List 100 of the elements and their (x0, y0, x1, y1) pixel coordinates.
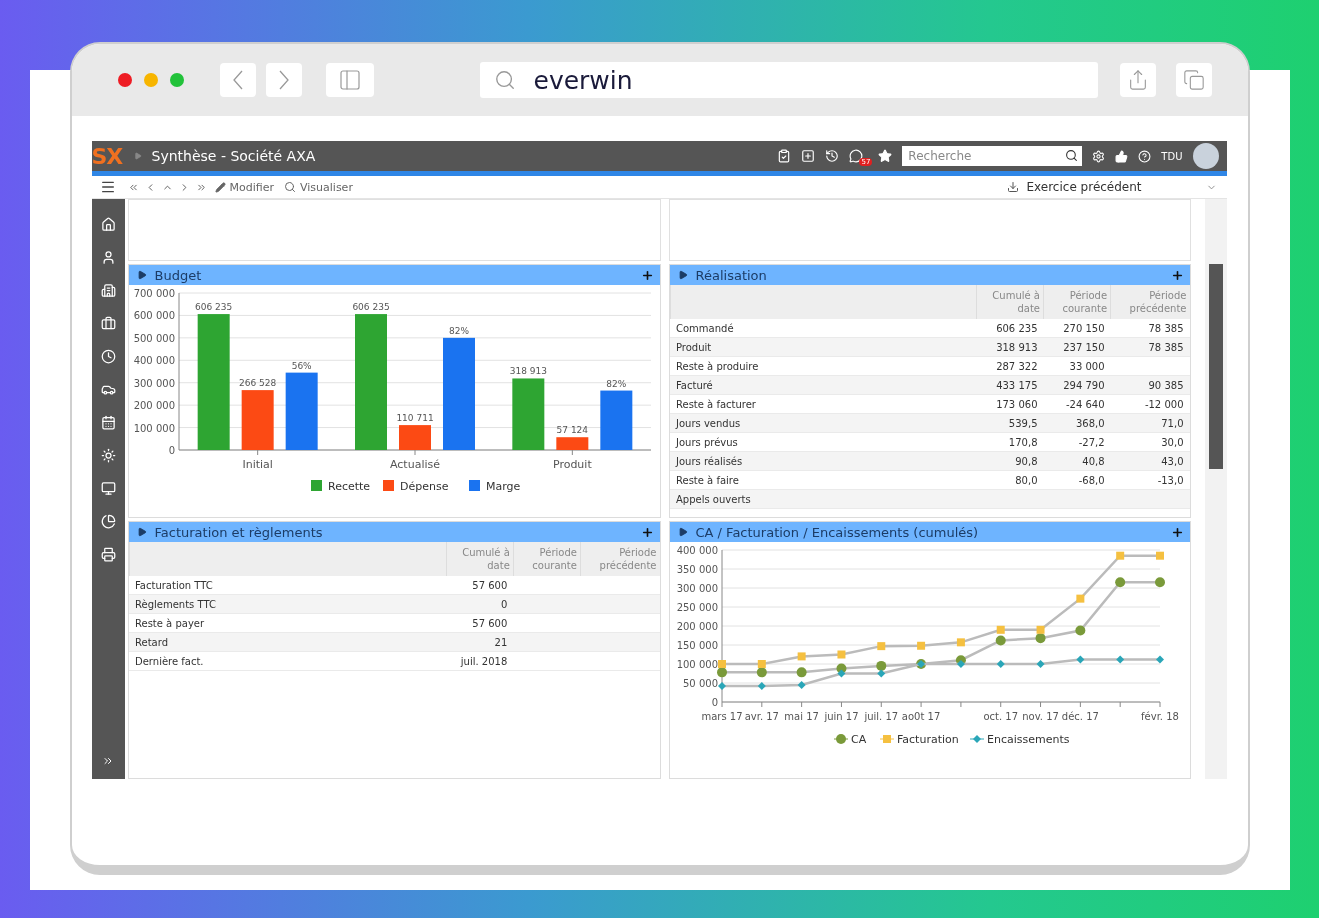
row-label: Facturation TTC (129, 576, 447, 595)
point (1155, 551, 1164, 560)
panel-header[interactable]: Facturation et règlements (128, 522, 660, 542)
point (916, 641, 925, 650)
point (1036, 625, 1045, 634)
point (716, 667, 727, 678)
edit-button[interactable]: Modifier (209, 180, 279, 194)
point (1035, 633, 1046, 644)
row-label: Commandé (670, 319, 977, 338)
axis-label: 100 000 (676, 659, 718, 670)
value-label: 606 235 (194, 302, 232, 313)
axis-label: nov. 17 (1021, 711, 1059, 722)
point (796, 667, 807, 678)
axis-label: 200 000 (133, 400, 175, 412)
point (1115, 655, 1124, 664)
panel-title: Facturation et règlements (154, 524, 324, 540)
axis-label: 200 000 (676, 621, 718, 632)
point (836, 669, 845, 678)
user-initials: TDU (1161, 150, 1183, 162)
column-header: Période courante (1043, 285, 1111, 319)
value-label: 56% (291, 360, 312, 371)
point (876, 642, 885, 651)
legend-label: Facturation (896, 733, 959, 746)
point (757, 660, 766, 668)
view-button[interactable]: Visualiser (279, 180, 358, 194)
axis-label: 100 000 (133, 422, 175, 434)
point (1155, 655, 1164, 664)
axis-label: 0 (711, 697, 718, 708)
column-header: Cumulé à date (976, 285, 1044, 319)
axis-label: Actualisé (389, 458, 440, 471)
point (1074, 625, 1085, 636)
panel-header[interactable]: Budget (128, 265, 660, 285)
point (797, 652, 806, 661)
panel-title: Budget (154, 267, 203, 283)
point (876, 669, 885, 678)
point (956, 660, 965, 668)
search-field[interactable]: Recherche (902, 146, 1083, 166)
legend-label: Dépense (399, 480, 448, 493)
axis-label: 300 000 (133, 377, 175, 389)
address-text: everwin (533, 65, 633, 95)
point (875, 660, 886, 671)
point (996, 625, 1005, 634)
column-header: Période courante (513, 542, 581, 576)
axis-label: 600 000 (133, 310, 175, 322)
value-label: 110 711 (395, 413, 434, 424)
panel-title: Réalisation (695, 267, 768, 283)
point (995, 635, 1006, 646)
legend-label: Encaissements (986, 733, 1069, 746)
axis-label: juil. 17 (863, 711, 898, 722)
column-header: Période précédente (1110, 285, 1190, 319)
axis-label: 300 000 (676, 583, 718, 594)
axis-label: 500 000 (133, 332, 175, 344)
axis-label: déc. 17 (1061, 711, 1099, 722)
column-header: Cumulé à date (446, 542, 514, 576)
axis-label: 350 000 (676, 564, 718, 575)
legend-label: Recette (327, 480, 370, 493)
axis-label: 150 000 (676, 640, 718, 651)
axis-label: Produit (552, 458, 592, 471)
panel-title: CA / Facturation / Encaissements (cumulés) (695, 524, 980, 540)
value-label: 82% (448, 325, 469, 336)
value-label: 57 124 (556, 425, 588, 436)
table-cell: 270 150 (1043, 319, 1111, 338)
point (1115, 551, 1124, 560)
axis-label: 400 000 (676, 545, 718, 556)
point (1114, 577, 1125, 588)
value-label: 82% (605, 378, 626, 389)
point (1036, 660, 1045, 668)
table-cell: 606 235 (976, 319, 1044, 338)
app-logo: SX (91, 143, 124, 169)
panel-header[interactable]: CA / Facturation / Encaissements (cumulés) (669, 522, 1190, 542)
axis-label: 0 (168, 445, 175, 456)
point (1075, 655, 1084, 664)
axis-label: mars 17 (700, 711, 743, 722)
panel-header[interactable]: Réalisation (669, 265, 1190, 285)
axis-label: 50 000 (682, 678, 718, 689)
axis-label: ao0t 17 (901, 711, 940, 722)
point (996, 660, 1005, 668)
column-header: Période précédente (580, 542, 660, 576)
point (836, 650, 845, 659)
value-label: 266 528 (238, 378, 276, 389)
point (717, 682, 726, 691)
axis-label: Initial (241, 458, 273, 471)
axis-label: févr. 18 (1140, 711, 1179, 722)
table-cell: 78 385 (1110, 319, 1190, 338)
legend-label: Marge (485, 480, 520, 493)
page-title: Synthèse - Société AXA (151, 148, 316, 164)
axis-label: 250 000 (676, 602, 718, 613)
address-field[interactable]: everwin (479, 62, 1098, 98)
axis-label: 700 000 (133, 288, 175, 299)
point (797, 680, 806, 689)
axis-label: avr. 17 (744, 711, 779, 722)
legend-label: CA (850, 733, 866, 746)
axis-label: 400 000 (133, 355, 175, 367)
point (956, 638, 965, 647)
point (1154, 577, 1165, 588)
axis-label: mai 17 (783, 711, 819, 722)
axis-label: oct. 17 (982, 711, 1018, 722)
value-label: 318 913 (509, 366, 547, 377)
period-select[interactable]: Exercice précédent (1026, 178, 1217, 196)
value-label: 606 235 (351, 302, 390, 313)
